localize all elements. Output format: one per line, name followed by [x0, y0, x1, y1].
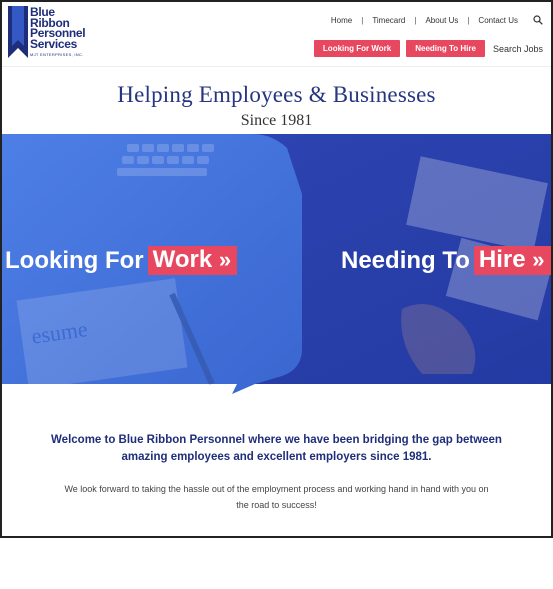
logo-tagline: MJT ENTERPRISES, INC. — [30, 52, 84, 57]
page-headline: Helping Employees & Businesses — [117, 82, 436, 107]
looking-for-work-button[interactable]: Looking For Work — [313, 40, 401, 57]
looking-for-work-banner-link[interactable]: Looking For Work » — [5, 246, 238, 275]
double-chevron-right-icon: » — [218, 247, 232, 272]
header-divider — [2, 66, 551, 67]
needing-to-hire-button[interactable]: Needing To Hire — [406, 40, 485, 57]
nav-contact-us[interactable]: Contact Us — [469, 16, 527, 25]
search-jobs-link[interactable]: Search Jobs — [493, 44, 543, 54]
top-navigation: Home | Timecard | About Us | Contact Us — [322, 15, 543, 25]
double-chevron-right-icon: » — [532, 247, 545, 272]
welcome-message: Welcome to Blue Ribbon Personnel where w… — [51, 434, 502, 463]
hero-right-highlight-text: Hire — [478, 246, 526, 273]
hero-left-prefix: Looking For — [5, 246, 144, 274]
nav-home[interactable]: Home — [322, 16, 361, 25]
nav-timecard[interactable]: Timecard — [363, 16, 414, 25]
logo[interactable]: Blue Ribbon Personnel Services MJT ENTER… — [6, 6, 116, 62]
cta-button-row: Looking For Work Needing To Hire Search … — [308, 40, 543, 57]
search-icon[interactable] — [533, 15, 543, 25]
hero-left-highlight: Work » — [147, 246, 238, 275]
hero-right-prefix: Needing To — [341, 246, 470, 274]
page-subline: Since 1981 — [240, 112, 313, 129]
hero-left-highlight-text: Work — [152, 246, 213, 273]
hero-right-highlight: Hire » — [473, 246, 551, 275]
ribbon-logo-icon — [8, 6, 28, 58]
page-frame: Blue Ribbon Personnel Services MJT ENTER… — [0, 0, 553, 538]
intro-paragraph: We look forward to taking the hassle out… — [64, 484, 489, 510]
logo-wordmark: Blue Ribbon Personnel Services — [30, 6, 86, 51]
logo-line: Services — [30, 36, 77, 51]
nav-about-us[interactable]: About Us — [416, 16, 467, 25]
needing-to-hire-banner-link[interactable]: Needing To Hire » — [341, 246, 551, 275]
